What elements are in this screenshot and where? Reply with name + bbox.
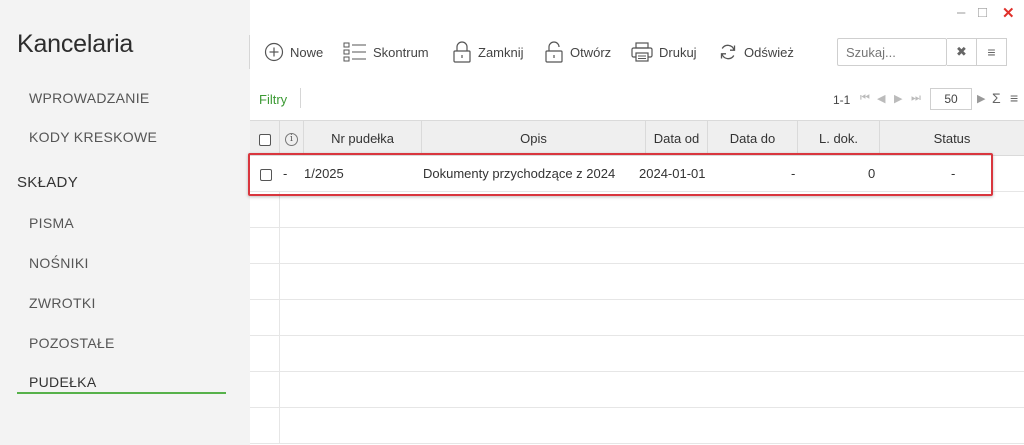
toolbar-separator [249,35,250,69]
cell-nr: 1/2025 [304,166,344,181]
close-box-button-label: Zamknij [478,44,524,60]
last-page-button[interactable]: ⏭ [911,92,921,105]
row-gutter [250,228,280,263]
row-gutter [250,192,280,227]
column-header-data-od[interactable]: Data od [646,121,708,156]
maximize-button[interactable]: □ [978,4,987,21]
lock-closed-icon [452,41,472,63]
print-button[interactable]: Drukuj [631,38,697,66]
search-options-button[interactable]: ≡ [977,38,1007,66]
cell-status: - [951,166,956,181]
row-marker: - [283,166,288,181]
empty-row [250,300,1024,336]
close-window-button[interactable]: ✕ [1002,4,1015,22]
plus-circle-icon [264,42,284,62]
sidebar-item-pozostale[interactable]: POZOSTAŁE [29,335,115,351]
column-header-data-do[interactable]: Data do [708,121,798,156]
row-gutter [250,264,280,299]
column-header-opis[interactable]: Opis [422,121,646,156]
printer-icon [631,42,653,62]
cell-data-do: - [791,166,796,181]
table-row[interactable]: - 1/2025 Dokumenty przychodzące z 2024 2… [250,156,1024,192]
new-button-label: Nowe [290,44,324,60]
columns-menu-button[interactable]: ≡ [1010,90,1018,106]
row-gutter [250,372,280,407]
page-size-input[interactable]: 50 [930,88,972,110]
page-size-arrow-icon[interactable]: ▶ [977,92,985,105]
skontrum-button[interactable]: Skontrum [343,38,429,66]
empty-row [250,264,1024,300]
sidebar: Kancelaria WPROWADZANIE KODY KRESKOWE SK… [0,0,250,445]
open-box-button[interactable]: Otwórz [544,38,611,66]
sidebar-item-wprowadzanie[interactable]: WPROWADZANIE [29,90,150,106]
row-gutter [250,300,280,335]
active-item-underline [17,392,226,394]
column-header-status[interactable]: Status [880,121,1024,156]
lock-open-icon [544,41,564,63]
boxes-table: i Nr pudełka Opis Data od Data do L. dok… [250,120,1024,445]
sum-button[interactable]: Σ [992,90,1001,106]
refresh-icon [718,42,738,62]
next-page-button[interactable]: ▶ [894,92,902,105]
close-box-button[interactable]: Zamknij [452,38,524,66]
filters-separator [300,88,301,108]
pager-range: 1-1 [833,93,851,107]
select-all-cell [250,121,280,156]
sidebar-item-nosniki[interactable]: NOŚNIKI [29,255,89,271]
cell-opis: Dokumenty przychodzące z 2024 [423,166,616,181]
refresh-button[interactable]: Odśwież [718,38,794,66]
checklist-icon [343,41,367,63]
column-header-l-dok[interactable]: L. dok. [798,121,880,156]
first-page-button[interactable]: ⏮ [860,92,870,105]
row-select-cell [260,156,272,192]
sidebar-item-kody-kreskowe[interactable]: KODY KRESKOWE [29,129,157,145]
prev-page-button[interactable]: ◀ [877,92,885,105]
new-button[interactable]: Nowe [264,38,323,66]
cell-data-od: 2024-01-01 [639,166,706,181]
column-header-nr[interactable]: Nr pudełka [304,121,422,156]
row-checkbox[interactable] [260,168,272,181]
select-all-checkbox[interactable] [258,133,271,146]
info-icon: i [285,133,298,147]
search-clear-button[interactable]: ✖ [947,38,977,66]
sidebar-item-pudelka[interactable]: PUDEŁKA [29,374,96,390]
refresh-button-label: Odśwież [744,44,794,60]
print-button-label: Drukuj [659,44,697,60]
sidebar-section-sklady[interactable]: SKŁADY [17,174,78,191]
table-header: i Nr pudełka Opis Data od Data do L. dok… [250,120,1024,156]
cell-l-dok: 0 [868,166,876,181]
app-title: Kancelaria [17,30,134,58]
sidebar-item-zwrotki[interactable]: ZWROTKI [29,295,96,311]
row-gutter [250,408,280,443]
info-column-header: i [280,121,304,156]
empty-row [250,336,1024,372]
empty-row [250,228,1024,264]
empty-row [250,408,1024,444]
row-gutter [250,336,280,371]
minimize-button[interactable]: – [957,4,965,21]
skontrum-button-label: Skontrum [373,44,429,60]
empty-row [250,192,1024,228]
search-input[interactable] [837,38,947,66]
filters-link[interactable]: Filtry [259,92,287,107]
empty-row [250,372,1024,408]
open-box-button-label: Otwórz [570,44,612,60]
sidebar-item-pisma[interactable]: PISMA [29,215,74,231]
